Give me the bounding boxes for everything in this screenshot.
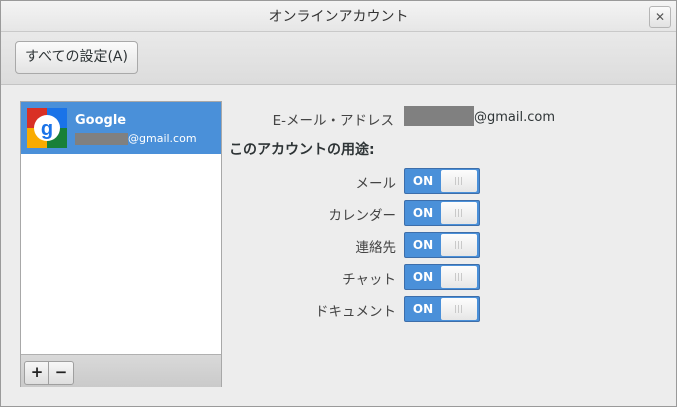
usage-heading: このアカウントの用途: — [229, 142, 375, 158]
toggle-state: ON — [412, 302, 434, 316]
usage-label-calendar: カレンダー — [328, 208, 397, 224]
account-email: @gmail.com — [75, 132, 197, 145]
grip-icon — [455, 305, 464, 313]
usage-row-documents: ドキュメント ON — [229, 296, 489, 322]
documents-toggle[interactable]: ON — [404, 296, 480, 322]
usage-label-contacts: 連絡先 — [355, 240, 397, 256]
toggle-knob[interactable] — [441, 170, 477, 192]
mail-toggle[interactable]: ON — [404, 168, 480, 194]
usage-label-documents: ドキュメント — [315, 304, 396, 320]
calendar-toggle[interactable]: ON — [404, 200, 480, 226]
window-title: オンラインアカウント — [268, 9, 409, 25]
grip-icon — [455, 177, 464, 185]
contacts-toggle[interactable]: ON — [404, 232, 480, 258]
toggle-state: ON — [412, 238, 434, 252]
email-address-value: @gmail.com — [404, 106, 556, 126]
usage-row-mail: メール ON — [229, 168, 489, 194]
account-list: g Google @gmail.com + − — [20, 101, 222, 387]
email-domain: @gmail.com — [474, 110, 556, 125]
usage-row-calendar: カレンダー ON — [229, 200, 489, 226]
add-account-button[interactable]: + — [24, 361, 50, 385]
online-accounts-window: オンラインアカウント ✕ すべての設定(A) g Google @gmail.c… — [0, 0, 677, 407]
svg-text:g: g — [41, 118, 53, 140]
title-bar[interactable]: オンラインアカウント ✕ — [1, 1, 676, 32]
account-row-google[interactable]: g Google @gmail.com — [21, 102, 221, 154]
toggle-state: ON — [412, 206, 434, 220]
toggle-knob[interactable] — [441, 266, 477, 288]
toggle-knob[interactable] — [441, 202, 477, 224]
redacted-username — [404, 106, 474, 126]
toggle-knob[interactable] — [441, 234, 477, 256]
email-address-label: E-メール・アドレス — [272, 113, 394, 129]
toggle-state: ON — [412, 174, 434, 188]
toggle-state: ON — [412, 270, 434, 284]
grip-icon — [455, 273, 464, 281]
usage-row-contacts: 連絡先 ON — [229, 232, 489, 258]
usage-row-chat: チャット ON — [229, 264, 489, 290]
grip-icon — [455, 209, 464, 217]
usage-label-chat: チャット — [342, 272, 396, 288]
close-button[interactable]: ✕ — [649, 6, 671, 28]
remove-account-button[interactable]: − — [48, 361, 74, 385]
chat-toggle[interactable]: ON — [404, 264, 480, 290]
google-icon: g — [27, 108, 67, 148]
all-settings-button[interactable]: すべての設定(A) — [15, 41, 138, 74]
account-list-toolbar: + − — [21, 354, 221, 387]
account-name: Google — [75, 113, 127, 128]
grip-icon — [455, 241, 464, 249]
account-email-domain: @gmail.com — [128, 132, 197, 145]
toolbar: すべての設定(A) — [1, 32, 676, 85]
toggle-knob[interactable] — [441, 298, 477, 320]
close-icon: ✕ — [654, 10, 666, 24]
redacted-username — [75, 133, 128, 145]
usage-label-mail: メール — [355, 176, 397, 192]
